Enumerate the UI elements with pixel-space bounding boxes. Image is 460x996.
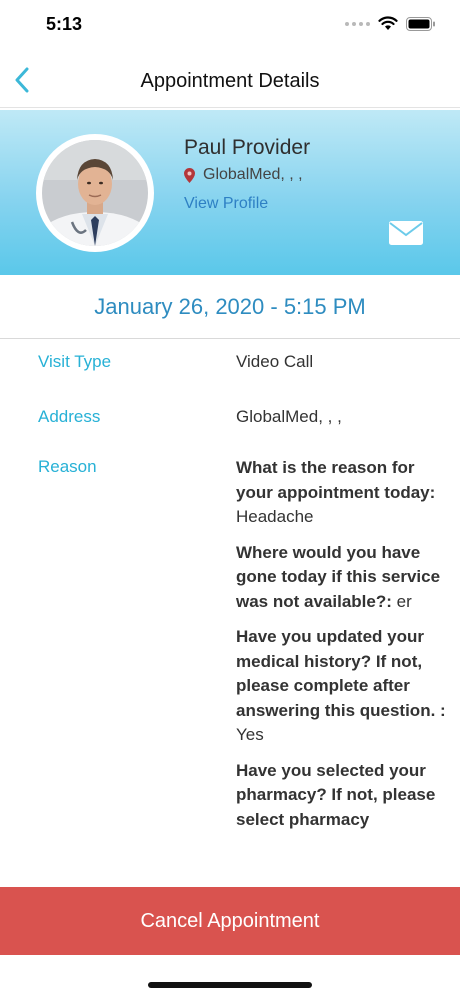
message-button[interactable] <box>389 221 423 245</box>
battery-icon <box>406 16 435 31</box>
location-pin-icon <box>184 167 195 183</box>
address-value: GlobalMed, , , <box>236 407 342 426</box>
status-bar: 5:13 <box>0 0 460 50</box>
appointment-datetime: January 26, 2020 - 5:15 PM <box>94 294 366 319</box>
qa-question: What is the reason for your appointment … <box>236 458 436 502</box>
qa-answer: er <box>396 591 412 611</box>
qa-item: Have you updated your medical history? I… <box>236 625 450 748</box>
visit-type-value: Video Call <box>236 352 314 371</box>
provider-header: Paul Provider GlobalMed, , , View Profil… <box>0 110 460 275</box>
address-label: Address <box>38 407 101 426</box>
qa-item: Where would you have gone today if this … <box>236 541 450 615</box>
navigation-bar: Appointment Details <box>0 52 460 108</box>
reason-answers: What is the reason for your appointment … <box>236 456 450 843</box>
qa-answer: Headache <box>236 507 314 526</box>
view-profile-link[interactable]: View Profile <box>184 195 268 213</box>
cancel-appointment-button[interactable]: Cancel Appointment <box>0 887 460 955</box>
provider-name: Paul Provider <box>184 136 311 159</box>
appointment-details[interactable]: Visit Type Video Call Address GlobalMed,… <box>0 340 460 855</box>
qa-item: Have you selected your pharmacy? If not,… <box>236 759 450 833</box>
qa-question: Have you updated your medical history? I… <box>236 627 446 720</box>
provider-photo <box>42 140 148 246</box>
qa-question: Have you selected your pharmacy? If not,… <box>236 760 436 829</box>
status-icons <box>345 16 436 31</box>
appointment-date-row: January 26, 2020 - 5:15 PM <box>0 275 460 339</box>
status-time: 5:13 <box>46 14 83 34</box>
visit-type-label: Visit Type <box>38 352 112 371</box>
qa-answer: Yes <box>236 725 264 744</box>
home-indicator <box>148 982 312 988</box>
provider-location-text: GlobalMed, , , <box>203 166 303 183</box>
envelope-icon <box>389 221 423 245</box>
provider-location: GlobalMed, , , <box>184 166 303 184</box>
page-title: Appointment Details <box>140 70 320 92</box>
reason-label: Reason <box>38 457 97 476</box>
provider-avatar[interactable] <box>36 134 154 252</box>
wifi-icon <box>378 16 398 30</box>
qa-item: What is the reason for your appointment … <box>236 456 450 530</box>
cellular-signal-icon <box>345 21 370 26</box>
